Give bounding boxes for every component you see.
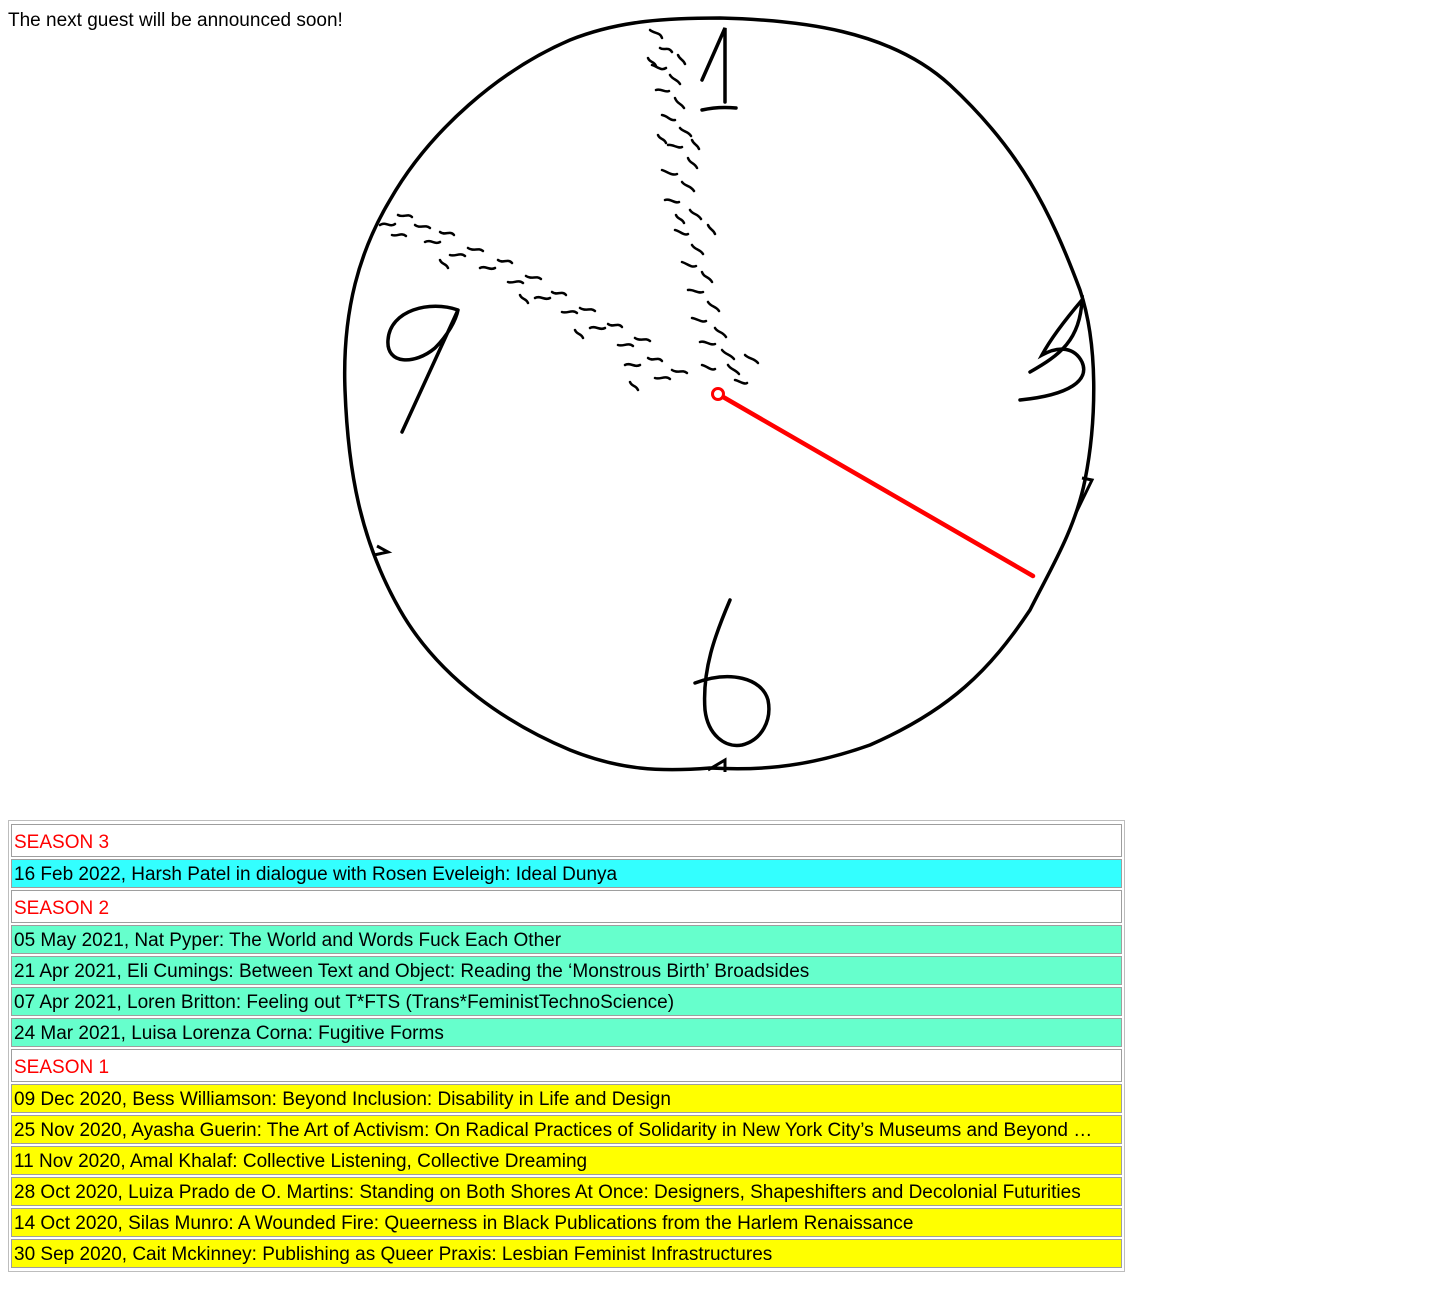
hand-drawn-clock: 1 3 6 9 <box>330 10 1096 772</box>
episode-row[interactable]: 07 Apr 2021, Loren Britton: Feeling out … <box>11 987 1122 1016</box>
numeral-3-shape <box>1018 294 1086 402</box>
season-2-header: SEASON 2 <box>11 890 1122 923</box>
season-3-header: SEASON 3 <box>11 824 1122 857</box>
numeral-1: 1 <box>330 10 331 11</box>
episode-row[interactable]: 28 Oct 2020, Luiza Prado de O. Martins: … <box>11 1177 1122 1206</box>
episode-row[interactable]: 09 Dec 2020, Bess Williamson: Beyond Inc… <box>11 1084 1122 1113</box>
hour-hand-dotted <box>378 213 689 392</box>
numeral-6: 6 <box>330 10 331 11</box>
episode-row[interactable]: 05 May 2021, Nat Pyper: The World and Wo… <box>11 925 1122 954</box>
minute-hand-dotted <box>646 28 760 385</box>
numeral-3: 3 <box>330 10 331 11</box>
episode-row[interactable]: 24 Mar 2021, Luisa Lorenza Corna: Fugiti… <box>11 1018 1122 1047</box>
episode-row[interactable]: 14 Oct 2020, Silas Munro: A Wounded Fire… <box>11 1208 1122 1237</box>
second-hand <box>715 391 1036 579</box>
clock-center-pin <box>711 387 725 401</box>
episode-row[interactable]: 16 Feb 2022, Harsh Patel in dialogue wit… <box>11 859 1122 888</box>
numeral-1-shape <box>700 27 738 112</box>
episode-row[interactable]: 21 Apr 2021, Eli Cumings: Between Text a… <box>11 956 1122 985</box>
numeral-6-shape <box>693 598 771 748</box>
episode-list: SEASON 3 16 Feb 2022, Harsh Patel in dia… <box>8 820 1125 1272</box>
clock-face-kink-left <box>373 544 393 557</box>
announcement-text: The next guest will be announced soon! <box>8 10 343 31</box>
episode-row[interactable]: 11 Nov 2020, Amal Khalaf: Collective Lis… <box>11 1146 1122 1175</box>
numeral-9: 9 <box>330 10 331 11</box>
episode-row[interactable]: 30 Sep 2020, Cait Mckinney: Publishing a… <box>11 1239 1122 1268</box>
season-1-header: SEASON 1 <box>11 1049 1122 1082</box>
episode-row[interactable]: 25 Nov 2020, Ayasha Guerin: The Art of A… <box>11 1115 1122 1144</box>
numeral-9-shape <box>386 304 460 434</box>
